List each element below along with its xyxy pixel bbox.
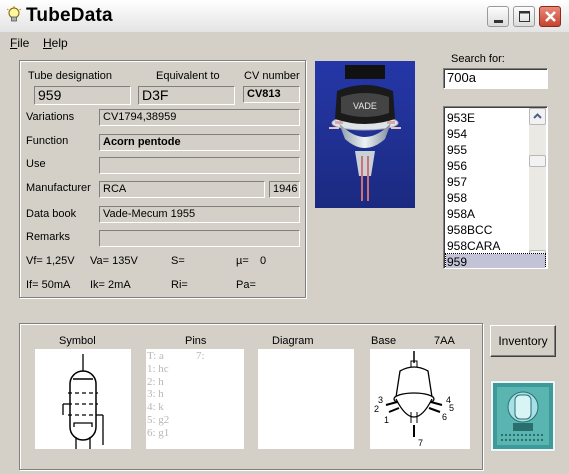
pins-panel: 7: T: a 1: hc 2: h 3: h 4: k 5: g2 6: g1 <box>146 349 244 449</box>
tube-designation-label: Tube designation <box>28 70 112 82</box>
remarks-field[interactable] <box>99 230 300 247</box>
list-item[interactable]: 956 <box>446 158 545 174</box>
menu-help[interactable]: Help <box>43 36 68 50</box>
list-item[interactable]: 954 <box>446 126 545 142</box>
variations-label: Variations <box>26 111 75 123</box>
pin-row: T: a <box>147 350 164 362</box>
function-label: Function <box>26 135 69 147</box>
list-item[interactable]: 958 <box>446 190 545 206</box>
diagram-panel <box>258 349 354 449</box>
minimize-button[interactable] <box>487 6 509 27</box>
manufacturer-label: Manufacturer <box>26 182 91 194</box>
cv-number-label: CV number <box>244 70 300 82</box>
manufacturer-field[interactable]: RCA <box>99 181 265 198</box>
tube-photo-image: VADE <box>315 61 415 208</box>
ik-value: Ik= 2mA <box>90 279 131 291</box>
pa-value: Pa= <box>236 279 256 291</box>
search-for-label: Search for: <box>451 53 505 65</box>
tube-photo: VADE <box>315 61 415 208</box>
menu-file-label: ile <box>17 36 30 50</box>
base-pin-number: 1 <box>384 415 389 425</box>
s-value: S= <box>171 255 185 267</box>
pin-row: 2: h <box>147 375 164 388</box>
close-button[interactable] <box>539 6 561 27</box>
pin-row: 3: h <box>147 388 164 401</box>
pin-row: 1: hc <box>147 362 169 375</box>
menu-file[interactable]: File <box>10 36 29 50</box>
inventory-icon[interactable] <box>490 380 556 452</box>
tube-designation-field[interactable]: 959 <box>34 86 131 105</box>
search-input[interactable]: 700a <box>443 68 548 89</box>
va-value: Va= 135V <box>90 255 138 267</box>
if-value: If= 50mA <box>26 279 71 291</box>
pin-row: 5: g2 <box>147 414 170 426</box>
menu-help-label: elp <box>51 36 68 50</box>
list-item[interactable]: 958A <box>446 206 545 222</box>
minimize-icon <box>494 20 503 23</box>
pin-row: 4: k <box>147 401 164 414</box>
base-pin-number: 3 <box>378 395 383 405</box>
list-item[interactable]: 958BCC <box>446 222 545 238</box>
use-field[interactable] <box>99 157 300 174</box>
tube-symbol-panel <box>35 349 131 449</box>
menu-bar: File Help <box>0 33 569 53</box>
base-pin-number: 6 <box>442 412 447 422</box>
pin-row: 6: g1 <box>147 426 170 439</box>
base-diagram: 123 4567 <box>374 351 454 448</box>
list-item[interactable]: 953E <box>446 110 545 126</box>
base-pin-number: 5 <box>449 403 454 413</box>
list-item[interactable]: 959 <box>445 253 546 268</box>
tubedata-window: TubeData File Help Tube designation Equi… <box>0 0 569 474</box>
function-field[interactable]: Acorn pentode <box>99 134 300 151</box>
remarks-label: Remarks <box>26 231 71 243</box>
use-label: Use <box>26 158 46 170</box>
maximize-button[interactable] <box>513 6 535 27</box>
pins-label: Pins <box>185 335 207 347</box>
svg-text:VADE: VADE <box>353 101 377 111</box>
tube-listbox[interactable]: 953E 954 955 956 957 958 958A 958BCC 958CARA 959 <box>443 106 548 269</box>
inventory-button[interactable]: Inventory <box>490 325 556 357</box>
title-bar[interactable]: TubeData <box>0 0 569 32</box>
diagram-label: Diagram <box>272 335 314 347</box>
lightbulb-icon <box>6 6 22 22</box>
menu-help-mnemonic: H <box>43 36 52 50</box>
pentode-symbol <box>62 354 104 449</box>
window-title: TubeData <box>26 5 113 26</box>
maximize-icon <box>519 11 530 22</box>
vf-value: Vf= 1,25V <box>26 255 75 267</box>
close-icon <box>545 11 556 22</box>
base-code-label: 7AA <box>434 335 455 347</box>
mu-value: 0 <box>260 255 267 267</box>
year-field[interactable]: 1946 <box>269 181 300 198</box>
cv-number-field[interactable]: CV813 <box>243 86 300 103</box>
list-item[interactable]: 958CARA <box>446 238 545 254</box>
equivalent-field[interactable]: D3F <box>138 86 235 105</box>
list-item[interactable]: 957 <box>446 174 545 190</box>
diagram-group: Symbol Pins Diagram Base 7AA 7: T: a 1: … <box>19 323 483 470</box>
data-book-label: Data book <box>26 208 77 220</box>
variations-field[interactable]: CV1794,38959 <box>99 109 300 126</box>
list-item[interactable]: 955 <box>446 142 545 158</box>
tube-info-group: Tube designation Equivalent to CV number… <box>19 60 306 298</box>
base-label: Base <box>371 335 397 347</box>
mu-label: µ= <box>236 255 249 267</box>
inventory-tube-icon <box>493 383 553 449</box>
symbol-label: Symbol <box>59 335 96 347</box>
base-panel: 1234567 <box>370 349 470 449</box>
base-pin-number: 7 <box>418 438 423 448</box>
ri-value: Ri= <box>171 279 188 291</box>
pin-7-label: 7: <box>196 350 205 362</box>
base-pin-number: 2 <box>374 404 379 414</box>
equivalent-to-label: Equivalent to <box>156 70 220 82</box>
data-book-field[interactable]: Vade-Mecum 1955 <box>99 206 300 223</box>
